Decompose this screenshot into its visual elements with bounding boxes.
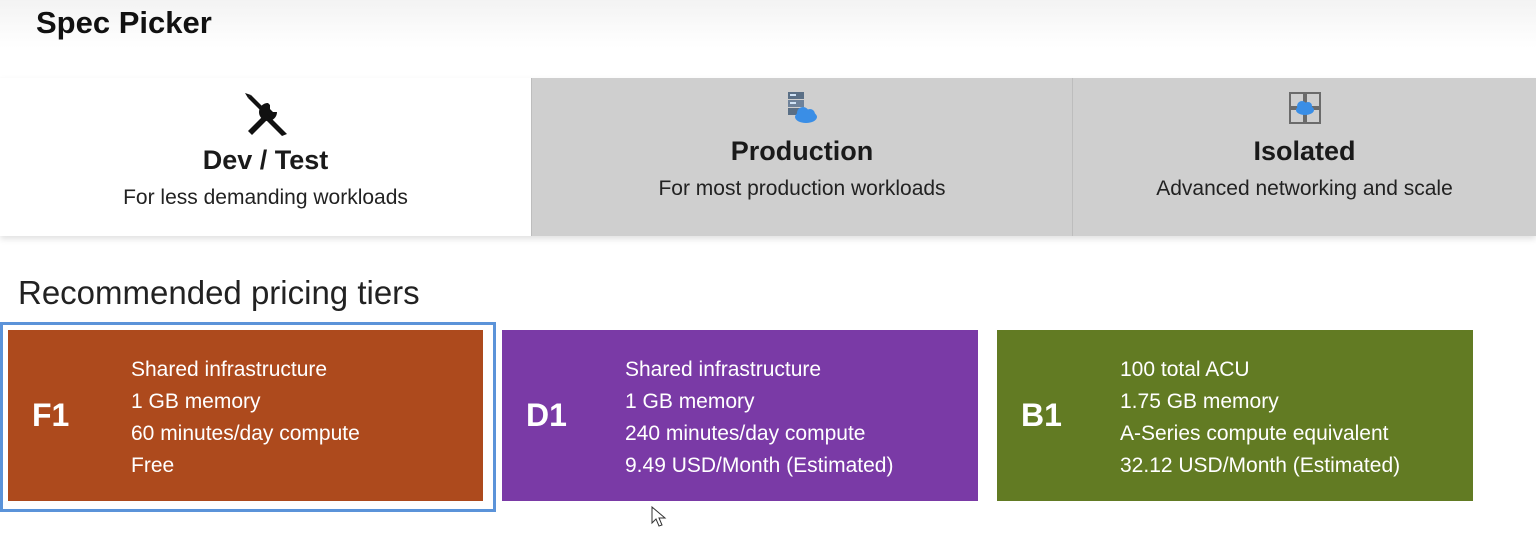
tier-detail-line: 32.12 USD/Month (Estimated) bbox=[1120, 454, 1401, 477]
tab-description: For less demanding workloads bbox=[123, 186, 408, 209]
workload-tab-strip: Dev / Test For less demanding workloads … bbox=[0, 78, 1536, 236]
title-bar bbox=[0, 0, 1536, 48]
tab-description: For most production workloads bbox=[658, 177, 946, 200]
tier-detail-line: Shared infrastructure bbox=[131, 358, 328, 381]
tier-code: B1 bbox=[1021, 397, 1062, 433]
section-title: Recommended pricing tiers bbox=[18, 274, 420, 311]
tier-details: Shared infrastructure 1 GB memory 240 mi… bbox=[625, 354, 893, 482]
tab-dev-test[interactable]: Dev / Test For less demanding workloads bbox=[0, 78, 531, 236]
page-title: Spec Picker bbox=[36, 5, 212, 40]
tier-detail-line: 1 GB memory bbox=[131, 390, 261, 413]
tab-description: Advanced networking and scale bbox=[1156, 177, 1453, 200]
mouse-cursor-icon bbox=[651, 505, 669, 533]
tier-details: 100 total ACU 1.75 GB memory A-Series co… bbox=[1120, 354, 1400, 482]
tab-label: Dev / Test bbox=[202, 145, 329, 175]
tier-detail-line: 9.49 USD/Month (Estimated) bbox=[625, 454, 894, 477]
tier-card-f1[interactable]: F1 Shared infrastructure 1 GB memory 60 … bbox=[8, 330, 483, 501]
tab-production[interactable]: Production For most production workloads bbox=[531, 78, 1072, 236]
server-cloud-icon bbox=[784, 90, 820, 126]
tier-detail-line: Shared infrastructure bbox=[625, 358, 822, 381]
tier-detail-line: 1 GB memory bbox=[625, 390, 755, 413]
tier-detail-line: 1.75 GB memory bbox=[1120, 390, 1279, 413]
tier-detail-line: Free bbox=[131, 454, 175, 477]
tier-code: F1 bbox=[32, 397, 70, 433]
tier-card-b1[interactable]: B1 100 total ACU 1.75 GB memory A-Series… bbox=[997, 330, 1473, 501]
tier-detail-line: 60 minutes/day compute bbox=[131, 422, 360, 445]
tab-isolated[interactable]: Isolated Advanced networking and scale bbox=[1072, 78, 1536, 236]
tab-label: Isolated bbox=[1253, 136, 1356, 166]
tier-code: D1 bbox=[526, 397, 567, 433]
tier-card-d1[interactable]: D1 Shared infrastructure 1 GB memory 240… bbox=[502, 330, 978, 501]
tab-label: Production bbox=[730, 136, 874, 166]
isolated-cloud-icon bbox=[1287, 90, 1323, 126]
tools-icon bbox=[242, 89, 290, 139]
tier-detail-line: 100 total ACU bbox=[1120, 358, 1250, 381]
tier-detail-line: A-Series compute equivalent bbox=[1120, 422, 1389, 445]
tier-detail-line: 240 minutes/day compute bbox=[625, 422, 866, 445]
tier-details: Shared infrastructure 1 GB memory 60 min… bbox=[131, 354, 360, 482]
